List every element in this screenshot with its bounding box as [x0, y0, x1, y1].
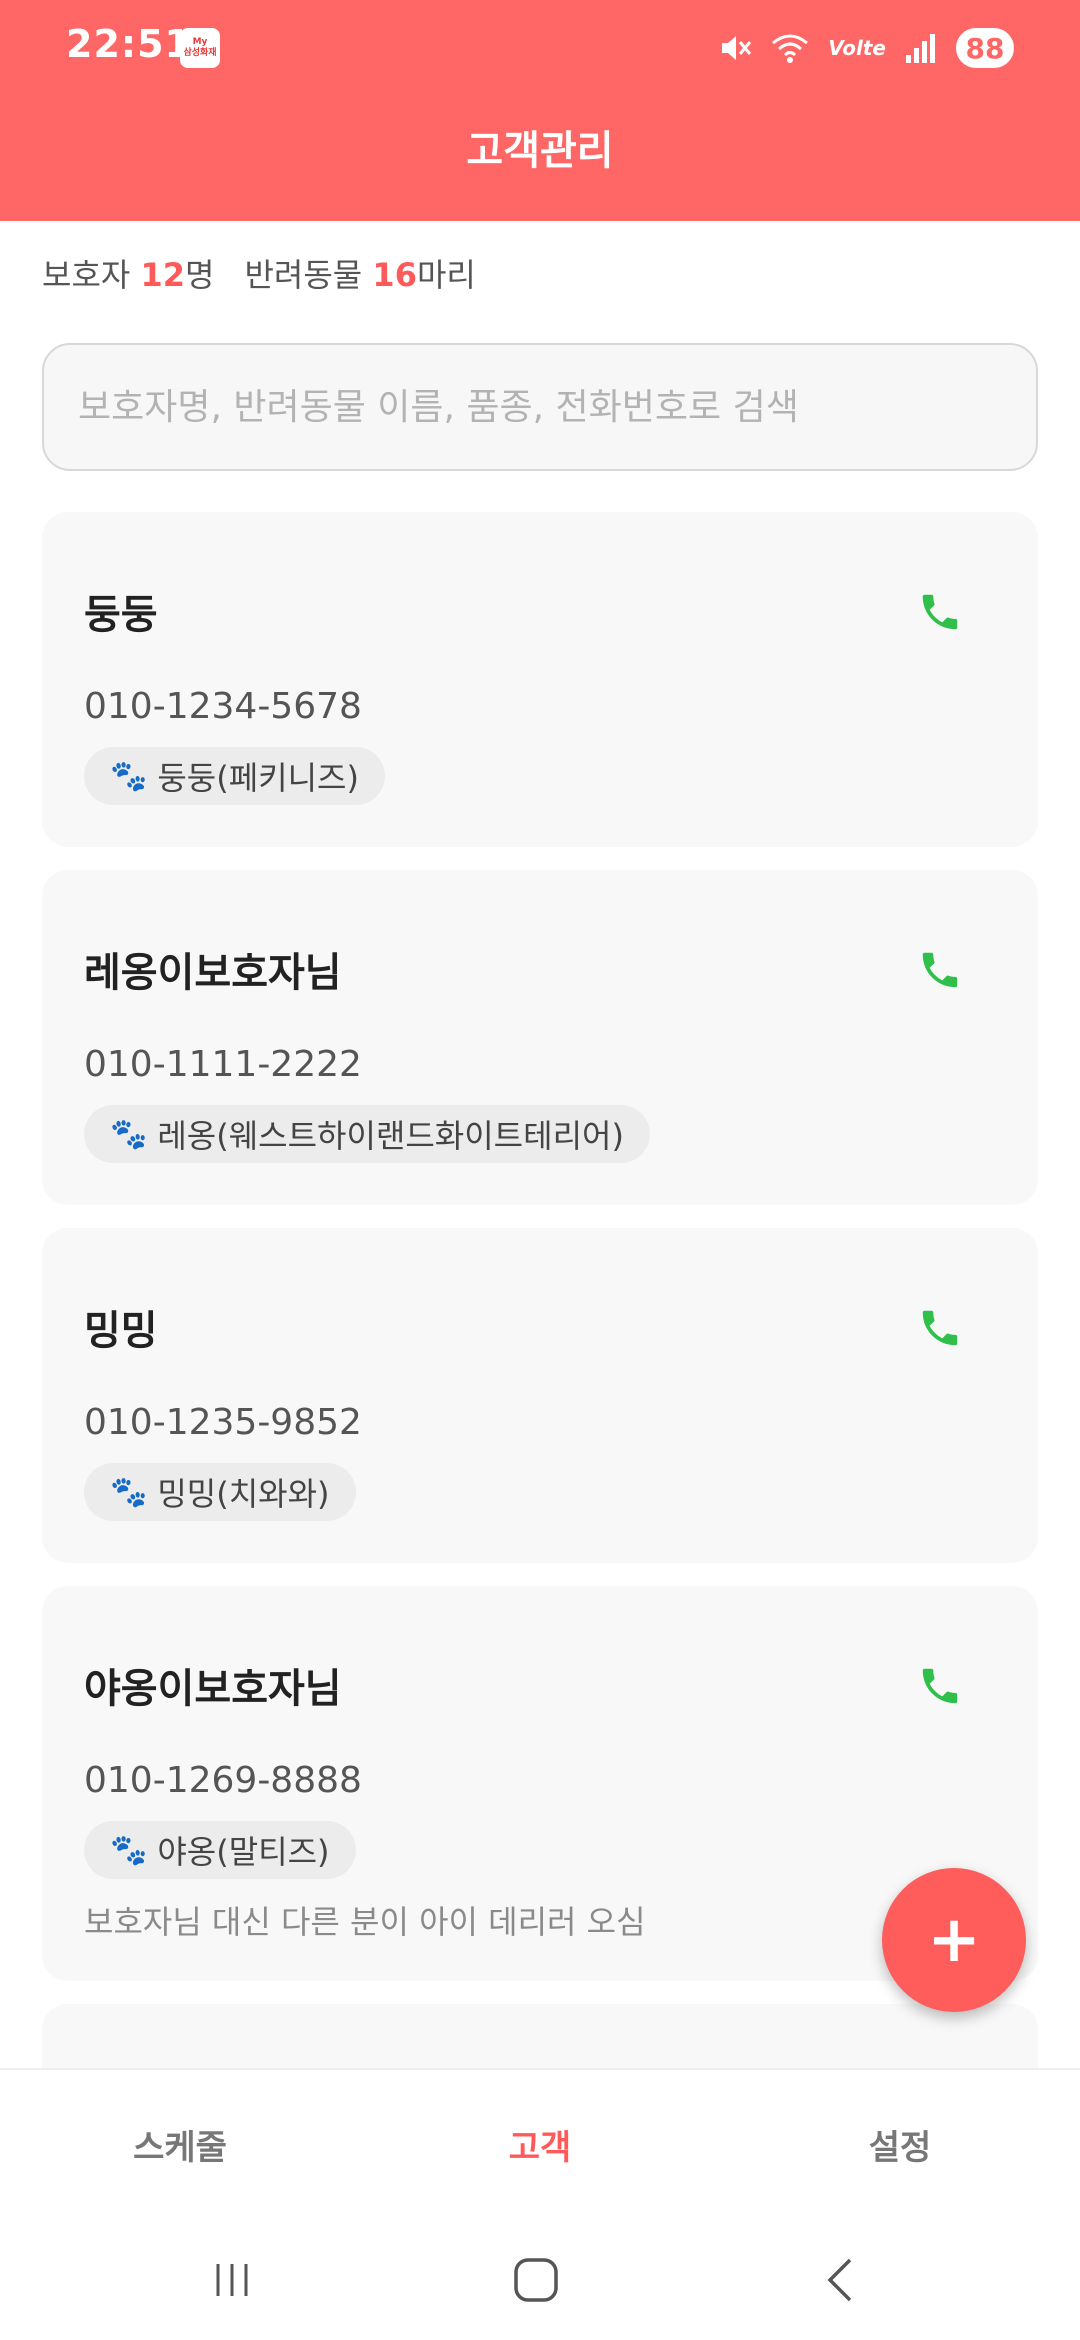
recent-apps-icon[interactable] — [208, 2256, 256, 2304]
pet-label: 둥둥(페키니즈) — [157, 759, 359, 797]
status-icons: Volte 88 — [718, 26, 1014, 70]
pet-label: 밍밍(치와와) — [157, 1475, 330, 1513]
system-navigation-bar — [0, 2218, 1080, 2340]
pet-count: 16 — [372, 256, 417, 294]
call-button[interactable] — [912, 942, 968, 998]
battery-indicator: 88 — [956, 28, 1014, 68]
bottom-navigation: 스케줄 고객 설정 — [0, 2068, 1080, 2220]
wifi-icon — [772, 34, 809, 63]
customer-phone: 010-1269-8888 — [84, 1760, 362, 1801]
home-icon[interactable] — [510, 2256, 562, 2304]
pet-label: 레옹(웨스트하이랜드화이트테리어) — [157, 1117, 624, 1155]
customer-name: 레옹이보호자님 — [84, 950, 342, 996]
signal-icon — [906, 34, 935, 63]
search-box[interactable] — [42, 343, 1038, 471]
nav-tab-schedule[interactable]: 스케줄 — [0, 2070, 360, 2220]
customer-list[interactable]: 둥둥 010-1234-5678 🐾 둥둥(페키니즈) 레옹이보호자님 010-… — [42, 512, 1038, 2068]
customer-phone: 010-1235-9852 — [84, 1402, 362, 1443]
paw-icon: 🐾 — [110, 1832, 148, 1868]
phone-icon — [922, 1310, 958, 1346]
nav-tab-settings[interactable]: 설정 — [720, 2070, 1080, 2220]
guardian-label: 보호자 — [42, 256, 131, 294]
search-input[interactable] — [76, 385, 1004, 429]
app-header: 22:51 My 삼성화재 Volte 88 고객관리 — [0, 0, 1080, 221]
customer-summary: 보호자 12명 반려동물 16마리 — [42, 250, 476, 296]
status-time: 22:51 — [66, 22, 192, 66]
paw-icon: 🐾 — [110, 1116, 148, 1152]
app-badge-line1: My — [192, 37, 208, 47]
pet-chip[interactable]: 🐾 둥둥(페키니즈) — [84, 747, 385, 805]
customer-card[interactable]: 둥둥 010-1234-5678 🐾 둥둥(페키니즈) — [42, 512, 1038, 847]
back-icon[interactable] — [820, 2256, 860, 2304]
pet-chip[interactable]: 🐾 야옹(말티즈) — [84, 1821, 356, 1879]
guardian-unit: 명 — [185, 256, 215, 294]
paw-icon: 🐾 — [110, 758, 148, 794]
customer-phone: 010-1111-2222 — [84, 1044, 362, 1085]
phone-icon — [922, 594, 958, 630]
pet-chip[interactable]: 🐾 레옹(웨스트하이랜드화이트테리어) — [84, 1105, 650, 1163]
customer-card[interactable] — [42, 2004, 1038, 2068]
customer-phone: 010-1234-5678 — [84, 686, 362, 727]
nav-tab-customers[interactable]: 고객 — [360, 2070, 720, 2220]
add-customer-button[interactable]: + — [882, 1868, 1026, 2012]
paw-icon: 🐾 — [110, 1474, 148, 1510]
app-badge-line2: 삼성화재 — [183, 48, 217, 58]
call-button[interactable] — [912, 1300, 968, 1356]
call-button[interactable] — [912, 584, 968, 640]
customer-name: 야옹이보호자님 — [84, 1666, 342, 1712]
plus-icon: + — [927, 1903, 981, 1977]
call-button[interactable] — [912, 1658, 968, 1714]
page-title: 고객관리 — [466, 128, 614, 174]
customer-card[interactable]: 밍밍 010-1235-9852 🐾 밍밍(치와와) — [42, 1228, 1038, 1563]
pet-chip[interactable]: 🐾 밍밍(치와와) — [84, 1463, 356, 1521]
phone-icon — [922, 952, 958, 988]
phone-icon — [922, 1668, 958, 1704]
customer-card[interactable]: 레옹이보호자님 010-1111-2222 🐾 레옹(웨스트하이랜드화이트테리어… — [42, 870, 1038, 1205]
customer-note: 보호자님 대신 다른 분이 아이 데리러 오심 — [84, 1903, 646, 1941]
mute-icon — [722, 36, 752, 60]
customer-name: 밍밍 — [84, 1308, 158, 1354]
pet-label: 야옹(말티즈) — [157, 1833, 330, 1871]
status-bar: 22:51 My 삼성화재 Volte 88 — [0, 0, 1080, 96]
pet-label: 반려동물 — [244, 256, 363, 294]
volte-indicator: Volte — [828, 36, 886, 60]
pet-unit: 마리 — [416, 256, 476, 294]
guardian-count: 12 — [140, 256, 186, 294]
app-notification-icon: My 삼성화재 — [180, 28, 220, 68]
customer-name: 둥둥 — [84, 592, 158, 638]
